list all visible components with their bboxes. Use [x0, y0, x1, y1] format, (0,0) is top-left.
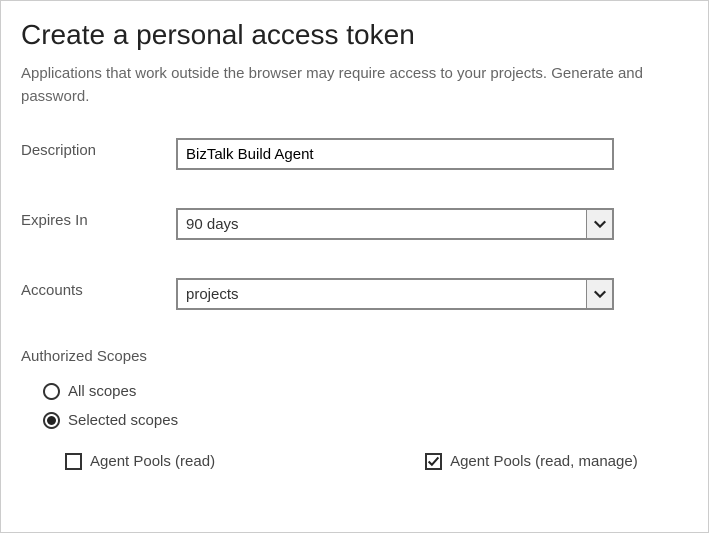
checkbox-read-label: Agent Pools (read) [90, 453, 215, 470]
expires-value: 90 days [178, 216, 586, 233]
radio-icon [43, 412, 60, 429]
description-input[interactable] [176, 138, 614, 170]
checkbox-icon [425, 453, 442, 470]
accounts-row: Accounts projects [21, 278, 688, 310]
radio-selected-scopes-label: Selected scopes [68, 412, 178, 429]
radio-all-scopes[interactable]: All scopes [43, 383, 688, 400]
checkbox-agent-pools-manage[interactable]: Agent Pools (read, manage) [425, 453, 638, 470]
expires-row: Expires In 90 days [21, 208, 688, 240]
authorized-scopes-label: Authorized Scopes [21, 348, 688, 365]
expires-select[interactable]: 90 days [176, 208, 614, 240]
expires-label: Expires In [21, 208, 176, 229]
radio-all-scopes-label: All scopes [68, 383, 136, 400]
accounts-value: projects [178, 286, 586, 303]
description-label: Description [21, 138, 176, 159]
scope-checkbox-row: Agent Pools (read) Agent Pools (read, ma… [65, 453, 688, 470]
chevron-down-icon[interactable] [586, 280, 612, 308]
description-row: Description [21, 138, 688, 170]
scope-radio-group: All scopes Selected scopes [43, 383, 688, 429]
accounts-select[interactable]: projects [176, 278, 614, 310]
page-title: Create a personal access token [21, 19, 688, 51]
accounts-label: Accounts [21, 278, 176, 299]
chevron-down-icon[interactable] [586, 210, 612, 238]
radio-selected-scopes[interactable]: Selected scopes [43, 412, 688, 429]
radio-icon [43, 383, 60, 400]
checkbox-icon [65, 453, 82, 470]
checkbox-agent-pools-read[interactable]: Agent Pools (read) [65, 453, 215, 470]
page-subtitle: Applications that work outside the brows… [21, 63, 688, 108]
checkbox-manage-label: Agent Pools (read, manage) [450, 453, 638, 470]
